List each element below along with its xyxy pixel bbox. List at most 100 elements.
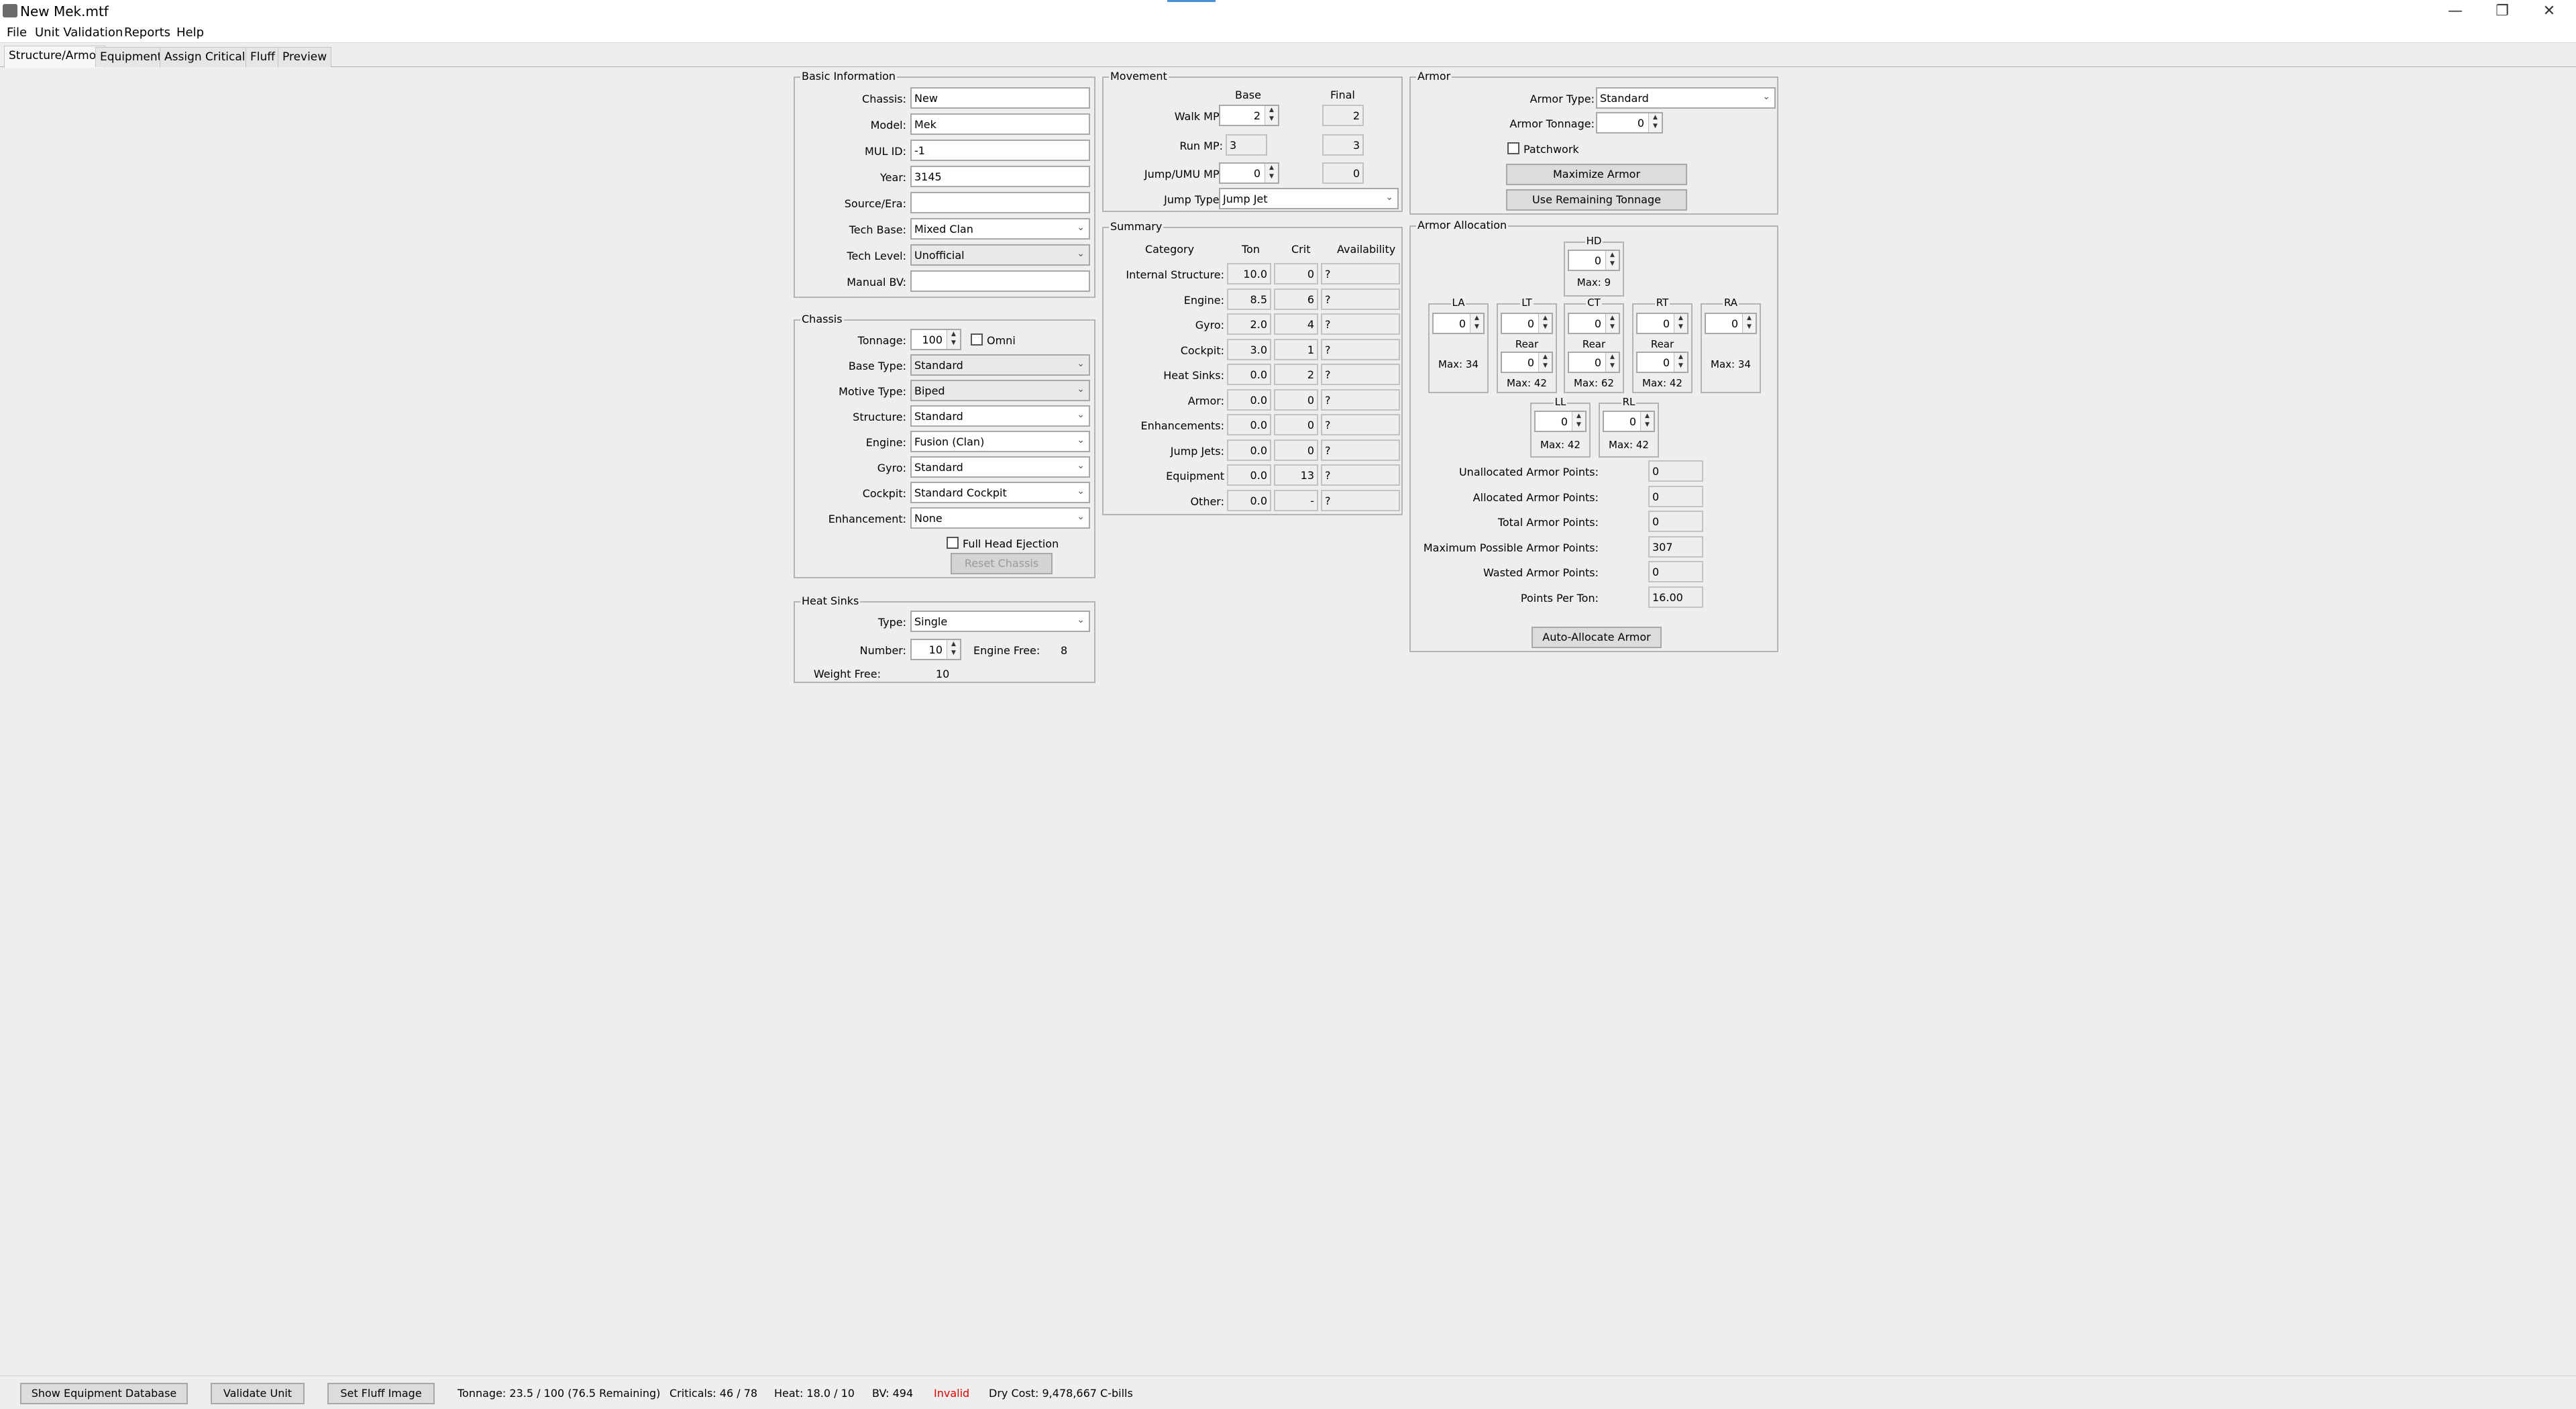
heat-sink-type-select[interactable]: Single ⌄ xyxy=(910,611,1090,632)
stepper-arrows-icon[interactable]: ▲ ▼ xyxy=(1265,106,1278,125)
stepper-arrows-icon[interactable]: ▲ ▼ xyxy=(1605,251,1619,270)
use-remaining-tonnage-button[interactable]: Use Remaining Tonnage xyxy=(1506,189,1687,211)
tab-equipment[interactable]: Equipment xyxy=(95,47,167,67)
stepper-arrows-icon[interactable]: ▲ ▼ xyxy=(1640,412,1654,431)
stepper-arrows-icon[interactable]: ▲ ▼ xyxy=(1674,314,1687,333)
structure-select[interactable]: Standard ⌄ xyxy=(910,405,1090,427)
summary-availability-cell: ? xyxy=(1321,489,1400,511)
mul-id-field[interactable]: -1 xyxy=(910,140,1090,161)
set-fluff-image-button[interactable]: Set Fluff Image xyxy=(327,1383,435,1404)
omni-label: Omni xyxy=(987,334,1016,347)
structure-value: Standard xyxy=(914,410,963,423)
ra-label: RA xyxy=(1722,297,1739,309)
chevron-down-icon: ⌄ xyxy=(1077,384,1085,395)
source-era-field[interactable] xyxy=(910,192,1090,213)
validate-unit-button[interactable]: Validate Unit xyxy=(211,1383,305,1404)
summary-row-label: Heat Sinks: xyxy=(1163,369,1224,382)
maximize-armor-button[interactable]: Maximize Armor xyxy=(1506,164,1687,185)
year-field[interactable]: 3145 xyxy=(910,166,1090,187)
armor-stat-label: Allocated Armor Points: xyxy=(1472,490,1599,504)
summary-row-label: Jump Jets: xyxy=(1170,444,1224,458)
stepper-arrows-icon[interactable]: ▲ ▼ xyxy=(947,640,960,659)
menu-reports[interactable]: Reports xyxy=(124,25,170,40)
ct-rear-stepper[interactable]: 0 ▲ ▼ xyxy=(1568,352,1620,373)
auto-allocate-armor-button[interactable]: Auto-Allocate Armor xyxy=(1532,627,1662,648)
location-rt: RT 0 ▲ ▼ Rear 0 ▲ ▼ Max: 42 xyxy=(1632,297,1693,393)
summary-ton-cell: 2.0 xyxy=(1227,313,1271,335)
stepper-arrows-icon[interactable]: ▲ ▼ xyxy=(1674,353,1687,372)
chevron-down-icon: ⌄ xyxy=(1077,435,1085,446)
minimize-icon[interactable]: — xyxy=(2435,1,2475,21)
stepper-arrows-icon[interactable]: ▲ ▼ xyxy=(947,330,960,349)
omni-checkbox[interactable] xyxy=(971,333,983,346)
tonnage-stepper[interactable]: 100 ▲ ▼ xyxy=(910,329,961,350)
armor-tonnage-stepper[interactable]: 0 ▲ ▼ xyxy=(1596,112,1663,134)
stepper-arrows-icon[interactable]: ▲ ▼ xyxy=(1572,412,1585,431)
stepper-arrows-icon[interactable]: ▲ ▼ xyxy=(1742,314,1756,333)
tech-level-select[interactable]: Unofficial ⌄ xyxy=(910,244,1090,266)
gyro-select[interactable]: Standard ⌄ xyxy=(910,456,1090,478)
enhancement-select[interactable]: None ⌄ xyxy=(910,507,1090,529)
menu-file[interactable]: File xyxy=(7,25,27,40)
rt-rear-stepper[interactable]: 0 ▲ ▼ xyxy=(1636,352,1688,373)
ra-armor-stepper[interactable]: 0 ▲ ▼ xyxy=(1705,313,1757,334)
stepper-arrows-icon[interactable]: ▲ ▼ xyxy=(1470,314,1483,333)
model-field[interactable]: Mek xyxy=(910,113,1090,135)
armor-type-select[interactable]: Standard ⌄ xyxy=(1596,87,1776,109)
show-equipment-database-button[interactable]: Show Equipment Database xyxy=(20,1383,188,1404)
tab-assign-criticals[interactable]: Assign Criticals xyxy=(160,47,256,67)
engine-select[interactable]: Fusion (Clan) ⌄ xyxy=(910,431,1090,452)
tech-base-value: Mixed Clan xyxy=(914,223,973,236)
lt-rear-stepper[interactable]: 0 ▲ ▼ xyxy=(1501,352,1553,373)
full-head-ejection-checkbox[interactable] xyxy=(947,537,959,549)
stepper-arrows-icon[interactable]: ▲ ▼ xyxy=(1648,113,1662,132)
armor-stat-value: 0 xyxy=(1648,485,1703,507)
armor-stat-label: Wasted Armor Points: xyxy=(1483,566,1599,579)
rt-armor-stepper[interactable]: 0 ▲ ▼ xyxy=(1636,313,1688,334)
chassis-panel: Chassis Tonnage: 100 ▲ ▼ Omni Base Type: S… xyxy=(794,313,1095,578)
lt-armor-stepper[interactable]: 0 ▲ ▼ xyxy=(1501,313,1553,334)
restore-icon[interactable]: ❐ xyxy=(2482,1,2522,21)
ct-armor-stepper[interactable]: 0 ▲ ▼ xyxy=(1568,313,1620,334)
tonnage-status: Tonnage: 23.5 / 100 (76.5 Remaining) xyxy=(458,1387,661,1400)
tab-structure-armor[interactable]: Structure/Armor xyxy=(4,46,106,68)
stepper-arrows-icon[interactable]: ▲ ▼ xyxy=(1605,314,1619,333)
engine-value: Fusion (Clan) xyxy=(914,435,985,448)
menu-unit-validation[interactable]: Unit Validation xyxy=(35,25,123,40)
rt-armor-value: 0 xyxy=(1662,317,1670,330)
cockpit-select[interactable]: Standard Cockpit ⌄ xyxy=(910,482,1090,503)
stepper-arrows-icon[interactable]: ▲ ▼ xyxy=(1538,353,1552,372)
base-type-select[interactable]: Standard ⌄ xyxy=(910,354,1090,376)
heat-sink-type-label: Type: xyxy=(877,616,906,629)
walk-mp-stepper[interactable]: 2 ▲ ▼ xyxy=(1219,105,1279,126)
reset-chassis-button[interactable]: Reset Chassis xyxy=(951,553,1053,574)
basic-information-panel: Basic Information Chassis: New Model: Me… xyxy=(794,70,1095,298)
rl-armor-stepper[interactable]: 0 ▲ ▼ xyxy=(1603,411,1655,432)
tech-base-select[interactable]: Mixed Clan ⌄ xyxy=(910,218,1090,240)
stepper-arrows-icon[interactable]: ▲ ▼ xyxy=(1538,314,1552,333)
jump-type-select[interactable]: Jump Jet ⌄ xyxy=(1219,188,1399,209)
jump-mp-stepper[interactable]: 0 ▲ ▼ xyxy=(1219,162,1279,184)
patchwork-checkbox[interactable] xyxy=(1507,142,1519,154)
jump-mp-value: 0 xyxy=(1253,167,1260,180)
engine-label: Engine: xyxy=(865,436,906,449)
tab-fluff[interactable]: Fluff xyxy=(246,47,280,67)
ll-armor-stepper[interactable]: 0 ▲ ▼ xyxy=(1534,411,1587,432)
la-armor-stepper[interactable]: 0 ▲ ▼ xyxy=(1432,313,1485,334)
base-type-value: Standard xyxy=(914,359,963,372)
close-icon[interactable]: ✕ xyxy=(2529,1,2569,21)
motive-type-select[interactable]: Biped ⌄ xyxy=(910,380,1090,401)
manual-bv-field[interactable] xyxy=(910,270,1090,292)
tab-preview[interactable]: Preview xyxy=(278,47,332,67)
hd-armor-stepper[interactable]: 0 ▲ ▼ xyxy=(1568,250,1620,271)
heat-sink-number-stepper[interactable]: 10 ▲ ▼ xyxy=(910,639,961,660)
stepper-arrows-icon[interactable]: ▲ ▼ xyxy=(1605,353,1619,372)
summary-ton-cell: 3.0 xyxy=(1227,338,1271,360)
chassis-field[interactable]: New xyxy=(910,87,1090,109)
chevron-down-icon: ⌄ xyxy=(1077,222,1085,233)
menu-help[interactable]: Help xyxy=(176,25,204,40)
ll-label: LL xyxy=(1553,396,1568,408)
summary-crit-cell: 0 xyxy=(1274,388,1318,411)
armor-type-value: Standard xyxy=(1600,92,1649,105)
stepper-arrows-icon[interactable]: ▲ ▼ xyxy=(1265,164,1278,182)
